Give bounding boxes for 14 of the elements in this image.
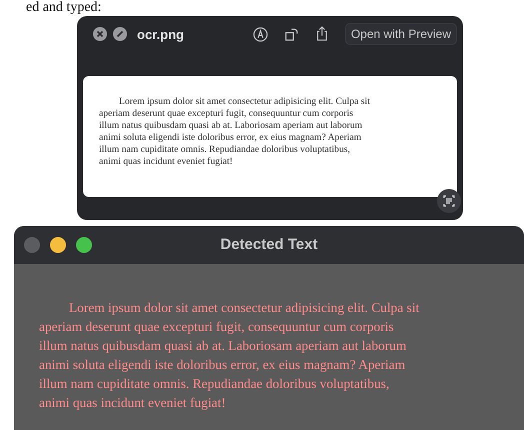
close-icon[interactable] bbox=[93, 27, 107, 41]
share-icon[interactable] bbox=[314, 26, 329, 42]
text-scan-icon[interactable] bbox=[437, 189, 461, 213]
detected-text: Lorem ipsum dolor sit amet consectetur adipisicing elit. Culpa sit aperiam deserunt quae excepturi fugit, consequuntur cum corporis illum natus quibusdam quasi ab at. Laboriosam aperiam aut laborum animi soluta eligendi iste doloribus error, ex eius magnam? Aperiam illum nam cupiditate omnis. Repudiandae doloribus voluptatibus, animi quas incidunt eveniet fugiat! bbox=[39, 299, 420, 412]
window-title: Detected Text bbox=[220, 235, 318, 255]
markup-icon[interactable] bbox=[252, 26, 268, 42]
zoom-button[interactable] bbox=[76, 237, 92, 253]
rotate-icon[interactable] bbox=[284, 26, 299, 42]
document-text: Lorem ipsum dolor sit amet consectetur adipisicing elit. Culpa sit aperiam deserunt quae excepturi fugit, consequuntur cum corporis illum natus quibusdam quasi ab at. Laboriosam aperiam aut laborum animi soluta eligendi iste doloribus error, ex eius magnam? Aperiam illum nam cupiditate omnis. Repudiandae doloribus voluptatibus, animi quas incidunt eveniet fugiat! bbox=[99, 96, 371, 168]
caption-text: ed and typed: bbox=[25, 0, 102, 16]
open-with-preview-button[interactable]: Open with Preview bbox=[344, 23, 457, 45]
minimize-button[interactable] bbox=[50, 237, 66, 253]
file-name: ocr.png bbox=[137, 26, 184, 42]
expand-icon[interactable] bbox=[113, 27, 127, 41]
